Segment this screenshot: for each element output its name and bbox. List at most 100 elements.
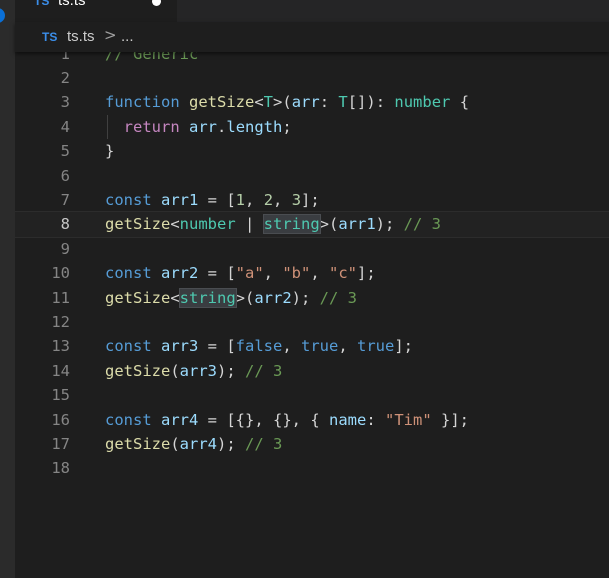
line-number: 13 — [51, 337, 70, 356]
code-token: arr1 — [161, 190, 199, 209]
code-line[interactable]: 9 — [15, 237, 609, 261]
code-token: // 3 — [245, 434, 283, 453]
tab-bar: TS ts.ts — [15, 0, 609, 22]
line-number: 7 — [60, 190, 70, 209]
code-token: ); — [291, 288, 320, 307]
code-token: getSize — [105, 361, 171, 380]
line-number: 2 — [60, 68, 70, 87]
code-text: const arr3 = [false, true, true]; — [105, 334, 413, 358]
code-line[interactable]: 14 getSize(arr3); // 3 — [15, 359, 609, 383]
code-text: const arr1 = [1, 2, 3]; — [105, 188, 320, 212]
line-number: 4 — [60, 117, 70, 136]
code-line[interactable]: 6 — [15, 164, 609, 188]
breadcrumb-file[interactable]: ts.ts — [67, 28, 95, 45]
code-token: = [ — [198, 264, 236, 283]
code-token: "c" — [329, 264, 358, 283]
line-number: 18 — [51, 459, 70, 478]
unsaved-dot-icon[interactable] — [152, 0, 161, 6]
typescript-file-icon: TS — [34, 0, 50, 8]
line-number: 14 — [51, 361, 70, 380]
code-token: ( — [170, 361, 180, 380]
code-token: ( — [170, 434, 180, 453]
code-token: , — [245, 190, 264, 209]
code-token: ]; — [394, 337, 414, 356]
code-token: "b" — [282, 264, 311, 283]
code-line[interactable]: 8 getSize<number | string>(arr1); // 3 — [15, 211, 609, 238]
code-line[interactable]: 3 function getSize<T>(arr: T[]): number { — [15, 90, 609, 114]
code-line[interactable]: 2 — [15, 66, 609, 90]
line-number: 8 — [60, 215, 70, 234]
code-token: // 3 — [319, 288, 357, 307]
code-token: []): — [347, 93, 395, 112]
code-token: getSize — [105, 288, 171, 307]
code-text: const arr2 = ["a", "b", "c"]; — [105, 261, 376, 285]
code-token: T — [338, 93, 348, 112]
code-token: = [ — [198, 337, 236, 356]
code-token: getSize — [105, 215, 171, 234]
code-token: | — [235, 215, 264, 234]
code-token: >( — [273, 93, 292, 112]
code-token: "a" — [235, 264, 264, 283]
code-token: length — [226, 117, 283, 136]
code-token: arr2 — [254, 288, 292, 307]
activity-bar — [0, 0, 15, 578]
code-text: return arr.length; — [105, 115, 292, 139]
code-line[interactable]: 13 const arr3 = [false, true, true]; — [15, 334, 609, 358]
vscode-window: TS ts.ts TS ts.ts > ... 1// Generic 2 3 fun… — [0, 0, 609, 578]
code-line[interactable]: 16 const arr4 = [{}, {}, { name: "Tim" }]… — [15, 408, 609, 432]
code-token: arr — [291, 93, 320, 112]
code-line[interactable]: 4 return arr.length; — [15, 114, 609, 140]
code-token: = [ — [198, 190, 236, 209]
code-token: string — [178, 287, 237, 308]
code-token: < — [254, 93, 264, 112]
code-token: ]; — [301, 190, 320, 209]
code-token: ); — [217, 434, 245, 453]
code-token: , — [263, 264, 283, 283]
code-token: getSize — [105, 434, 171, 453]
code-token: ]; — [357, 264, 376, 283]
code-line[interactable]: 11 getSize<string>(arr2); // 3 — [15, 286, 609, 310]
code-token: >( — [235, 288, 255, 307]
code-text: getSize(arr4); // 3 — [105, 432, 282, 456]
code-token: const — [105, 410, 152, 429]
code-token: arr3 — [179, 361, 217, 380]
code-line[interactable]: 17 getSize(arr4); // 3 — [15, 432, 609, 456]
code-token: // 3 — [245, 361, 283, 380]
code-token: , — [273, 190, 292, 209]
tab-label: ts.ts — [58, 0, 86, 9]
code-line[interactable]: 12 — [15, 310, 609, 334]
code-token: 2 — [263, 190, 274, 209]
code-line[interactable]: 15 — [15, 383, 609, 407]
code-token: name — [329, 410, 367, 429]
line-number: 16 — [51, 410, 70, 429]
code-token: = [{}, {}, { — [198, 410, 329, 429]
breadcrumb-symbols[interactable]: ... — [121, 28, 134, 45]
breadcrumb-chevron-icon: > — [104, 26, 117, 44]
code-token: true — [301, 337, 339, 356]
code-token: ; — [282, 117, 292, 136]
code-token: : — [366, 410, 385, 429]
tab-ts-file[interactable]: TS ts.ts — [15, 0, 178, 22]
line-number: 3 — [60, 93, 70, 112]
code-text: function getSize<T>(arr: T[]): number { — [105, 90, 469, 114]
code-token: // 3 — [403, 215, 441, 234]
code-editor[interactable]: 1// Generic 2 3 function getSize<T>(arr: T[… — [15, 52, 609, 578]
code-token: , — [282, 337, 302, 356]
code-token: 3 — [291, 190, 302, 209]
code-token: , — [338, 337, 358, 356]
breadcrumb-typescript-icon: TS — [42, 30, 58, 44]
code-line[interactable]: 1 // Generic — [15, 52, 609, 66]
code-line[interactable]: 7 const arr1 = [1, 2, 3]; — [15, 188, 609, 212]
code-token: getSize — [189, 93, 255, 112]
code-token: >( — [319, 215, 339, 234]
accounts-icon[interactable] — [0, 8, 5, 23]
line-number: 5 — [60, 142, 70, 161]
code-token: }]; — [431, 410, 469, 429]
code-line[interactable]: 10 const arr2 = ["a", "b", "c"]; — [15, 261, 609, 285]
code-line[interactable]: 5} — [15, 139, 609, 163]
code-line[interactable]: 18 — [15, 456, 609, 480]
line-number: 6 — [60, 166, 70, 185]
